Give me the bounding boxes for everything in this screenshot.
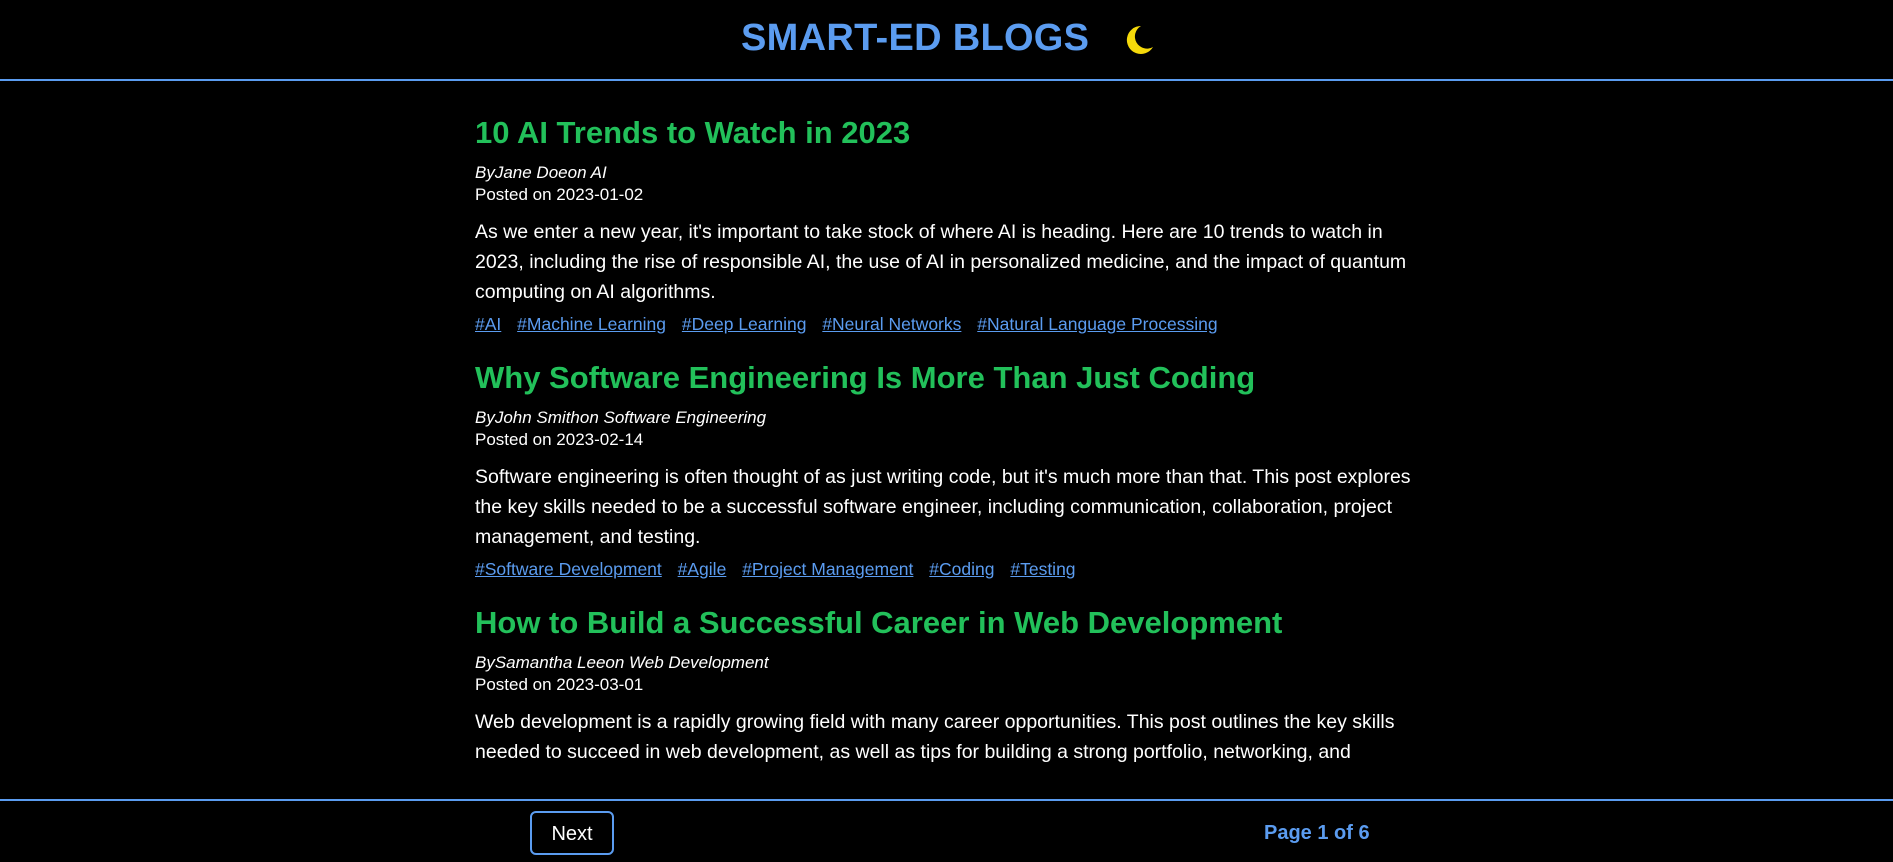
pagination-bar: Next Page 1 of 6 <box>0 799 1893 862</box>
page-indicator: Page 1 of 6 <box>1264 822 1370 844</box>
theme-toggle-button[interactable] <box>1119 20 1159 60</box>
post-tags: #Software Development #Agile #Project Ma… <box>475 557 1435 581</box>
post-list: 10 AI Trends to Watch in 2023 ByJane Doe… <box>475 115 1435 791</box>
post-item: Why Software Engineering Is More Than Ju… <box>475 360 1435 581</box>
post-item: 10 AI Trends to Watch in 2023 ByJane Doe… <box>475 115 1435 336</box>
tag-link[interactable]: #Project Management <box>742 559 913 579</box>
moon-icon <box>1126 25 1153 54</box>
tag-link[interactable]: #Coding <box>929 559 994 579</box>
tag-link[interactable]: #Neural Networks <box>822 314 961 334</box>
post-title[interactable]: How to Build a Successful Career in Web … <box>475 605 1435 641</box>
tag-link[interactable]: #Natural Language Processing <box>977 314 1217 334</box>
tag-link[interactable]: #Agile <box>678 559 727 579</box>
tag-link[interactable]: #Deep Learning <box>682 314 807 334</box>
site-title: SMART-ED BLOGS <box>741 17 1090 59</box>
tag-link[interactable]: #Software Development <box>475 559 662 579</box>
post-tags: #AI #Machine Learning #Deep Learning #Ne… <box>475 312 1435 336</box>
post-date: Posted on 2023-03-01 <box>475 675 644 694</box>
tag-link[interactable]: #AI <box>475 314 501 334</box>
next-page-button[interactable]: Next <box>530 811 614 855</box>
post-author: BySamantha Leeon Web Development <box>475 653 769 672</box>
post-date: Posted on 2023-01-02 <box>475 185 644 204</box>
post-item: How to Build a Successful Career in Web … <box>475 605 1435 767</box>
posts-feed: 10 AI Trends to Watch in 2023 ByJane Doe… <box>0 81 1893 799</box>
site-header: SMART-ED BLOGS <box>0 0 1893 81</box>
post-date: Posted on 2023-02-14 <box>475 430 644 449</box>
post-author: ByJane Doeon AI <box>475 163 607 182</box>
tag-link[interactable]: #Testing <box>1010 559 1075 579</box>
post-title[interactable]: Why Software Engineering Is More Than Ju… <box>475 360 1435 396</box>
post-excerpt: Web development is a rapidly growing fie… <box>475 711 1395 763</box>
post-excerpt: As we enter a new year, it's important t… <box>475 221 1407 303</box>
post-author: ByJohn Smithon Software Engineering <box>475 408 767 427</box>
post-title[interactable]: 10 AI Trends to Watch in 2023 <box>475 115 1435 151</box>
post-excerpt: Software engineering is often thought of… <box>475 466 1411 548</box>
tag-link[interactable]: #Machine Learning <box>517 314 666 334</box>
